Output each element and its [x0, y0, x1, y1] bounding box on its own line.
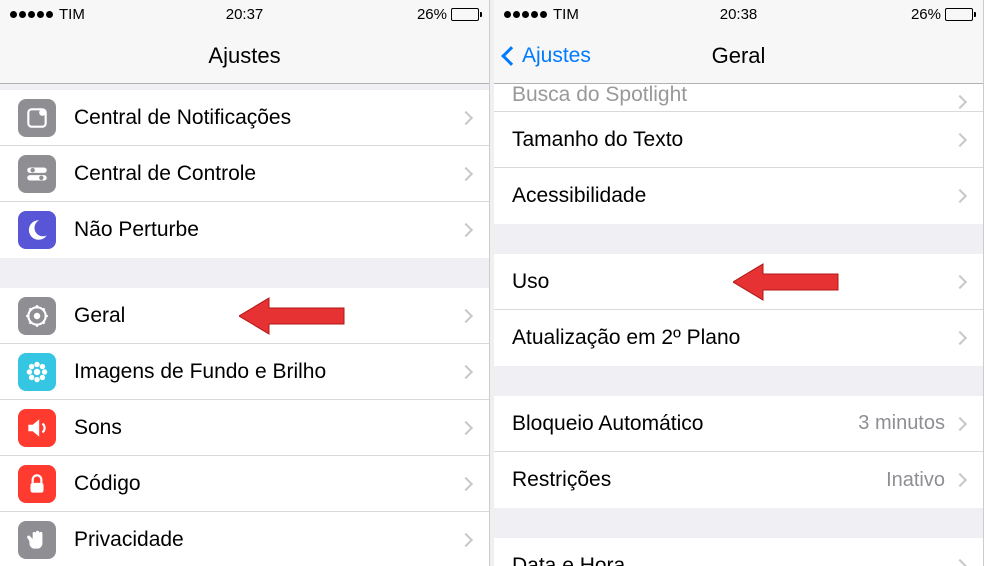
list-item[interactable]: Central de Controle — [0, 146, 489, 202]
screenshot-left: TIM 20:37 26% Ajustes Central de Notific… — [0, 0, 490, 566]
list-item[interactable]: Tamanho do Texto — [494, 112, 983, 168]
list-item[interactable]: Código — [0, 456, 489, 512]
row-label: Geral — [74, 304, 461, 328]
list-item[interactable]: Atualização em 2º Plano — [494, 310, 983, 366]
row-label: Central de Controle — [74, 162, 461, 186]
row-label: Imagens de Fundo e Brilho — [74, 360, 461, 384]
list-item[interactable]: Acessibilidade — [494, 168, 983, 224]
status-bar: TIM 20:38 26% — [494, 0, 983, 28]
carrier-label: TIM — [553, 6, 579, 23]
row-label: Bloqueio Automático — [512, 412, 858, 436]
chevron-right-icon — [953, 95, 967, 109]
chevron-right-icon — [953, 473, 967, 487]
back-label: Ajustes — [522, 44, 591, 68]
list-item[interactable]: Central de Notificações — [0, 90, 489, 146]
row-value: 3 minutos — [858, 412, 945, 435]
list-item[interactable]: Data e Hora — [494, 538, 983, 566]
list-item[interactable]: Não Perturbe — [0, 202, 489, 258]
notifications-icon — [18, 99, 56, 137]
carrier-label: TIM — [59, 6, 85, 23]
battery-percent: 26% — [417, 6, 447, 23]
list-item-partial[interactable]: Busca do Spotlight — [494, 84, 983, 112]
page-title: Geral — [712, 43, 766, 69]
row-label: Privacidade — [74, 528, 461, 552]
chevron-right-icon — [459, 533, 473, 547]
lock-icon — [18, 465, 56, 503]
chevron-right-icon — [459, 476, 473, 490]
row-label: Uso — [512, 270, 955, 294]
chevron-right-icon — [953, 559, 967, 566]
speaker-icon — [18, 409, 56, 447]
page-title: Ajustes — [208, 43, 280, 69]
row-label: Não Perturbe — [74, 218, 461, 242]
list-item[interactable]: Privacidade — [0, 512, 489, 566]
row-value: Inativo — [886, 469, 945, 492]
battery-icon — [451, 8, 479, 21]
nav-bar: Ajustes — [0, 28, 489, 84]
row-label: Acessibilidade — [512, 184, 955, 208]
row-label: Código — [74, 472, 461, 496]
row-label: Tamanho do Texto — [512, 128, 955, 152]
row-label: Atualização em 2º Plano — [512, 326, 955, 350]
row-label: Busca do Spotlight — [512, 84, 955, 107]
chevron-right-icon — [459, 420, 473, 434]
screenshot-right: TIM 20:38 26% Ajustes Geral Busca do Spo… — [494, 0, 984, 566]
back-button[interactable]: Ajustes — [504, 44, 591, 68]
battery-icon — [945, 8, 973, 21]
chevron-right-icon — [953, 331, 967, 345]
row-label: Sons — [74, 416, 461, 440]
battery-percent: 26% — [911, 6, 941, 23]
list-item[interactable]: RestriçõesInativo — [494, 452, 983, 508]
chevron-right-icon — [459, 223, 473, 237]
row-label: Restrições — [512, 468, 886, 492]
chevron-right-icon — [953, 274, 967, 288]
hand-icon — [18, 521, 56, 559]
chevron-right-icon — [953, 189, 967, 203]
list-item[interactable]: Bloqueio Automático3 minutos — [494, 396, 983, 452]
signal-dots-icon — [10, 11, 53, 18]
nav-bar: Ajustes Geral — [494, 28, 983, 84]
wallpaper-icon — [18, 353, 56, 391]
settings-list[interactable]: Central de Notificações Central de Contro… — [0, 84, 489, 566]
moon-icon — [18, 211, 56, 249]
general-list[interactable]: Busca do Spotlight Tamanho do Texto Acess… — [494, 84, 983, 566]
row-label: Central de Notificações — [74, 106, 461, 130]
clock-label: 20:37 — [226, 6, 264, 23]
chevron-right-icon — [459, 308, 473, 322]
gear-icon — [18, 297, 56, 335]
row-label: Data e Hora — [512, 554, 955, 566]
status-bar: TIM 20:37 26% — [0, 0, 489, 28]
chevron-right-icon — [459, 166, 473, 180]
list-item[interactable]: Sons — [0, 400, 489, 456]
chevron-right-icon — [953, 416, 967, 430]
control-center-icon — [18, 155, 56, 193]
list-item[interactable]: Geral — [0, 288, 489, 344]
chevron-right-icon — [953, 132, 967, 146]
signal-dots-icon — [504, 11, 547, 18]
list-item[interactable]: Uso — [494, 254, 983, 310]
clock-label: 20:38 — [720, 6, 758, 23]
chevron-left-icon — [501, 46, 521, 66]
chevron-right-icon — [459, 364, 473, 378]
list-item[interactable]: Imagens de Fundo e Brilho — [0, 344, 489, 400]
chevron-right-icon — [459, 110, 473, 124]
